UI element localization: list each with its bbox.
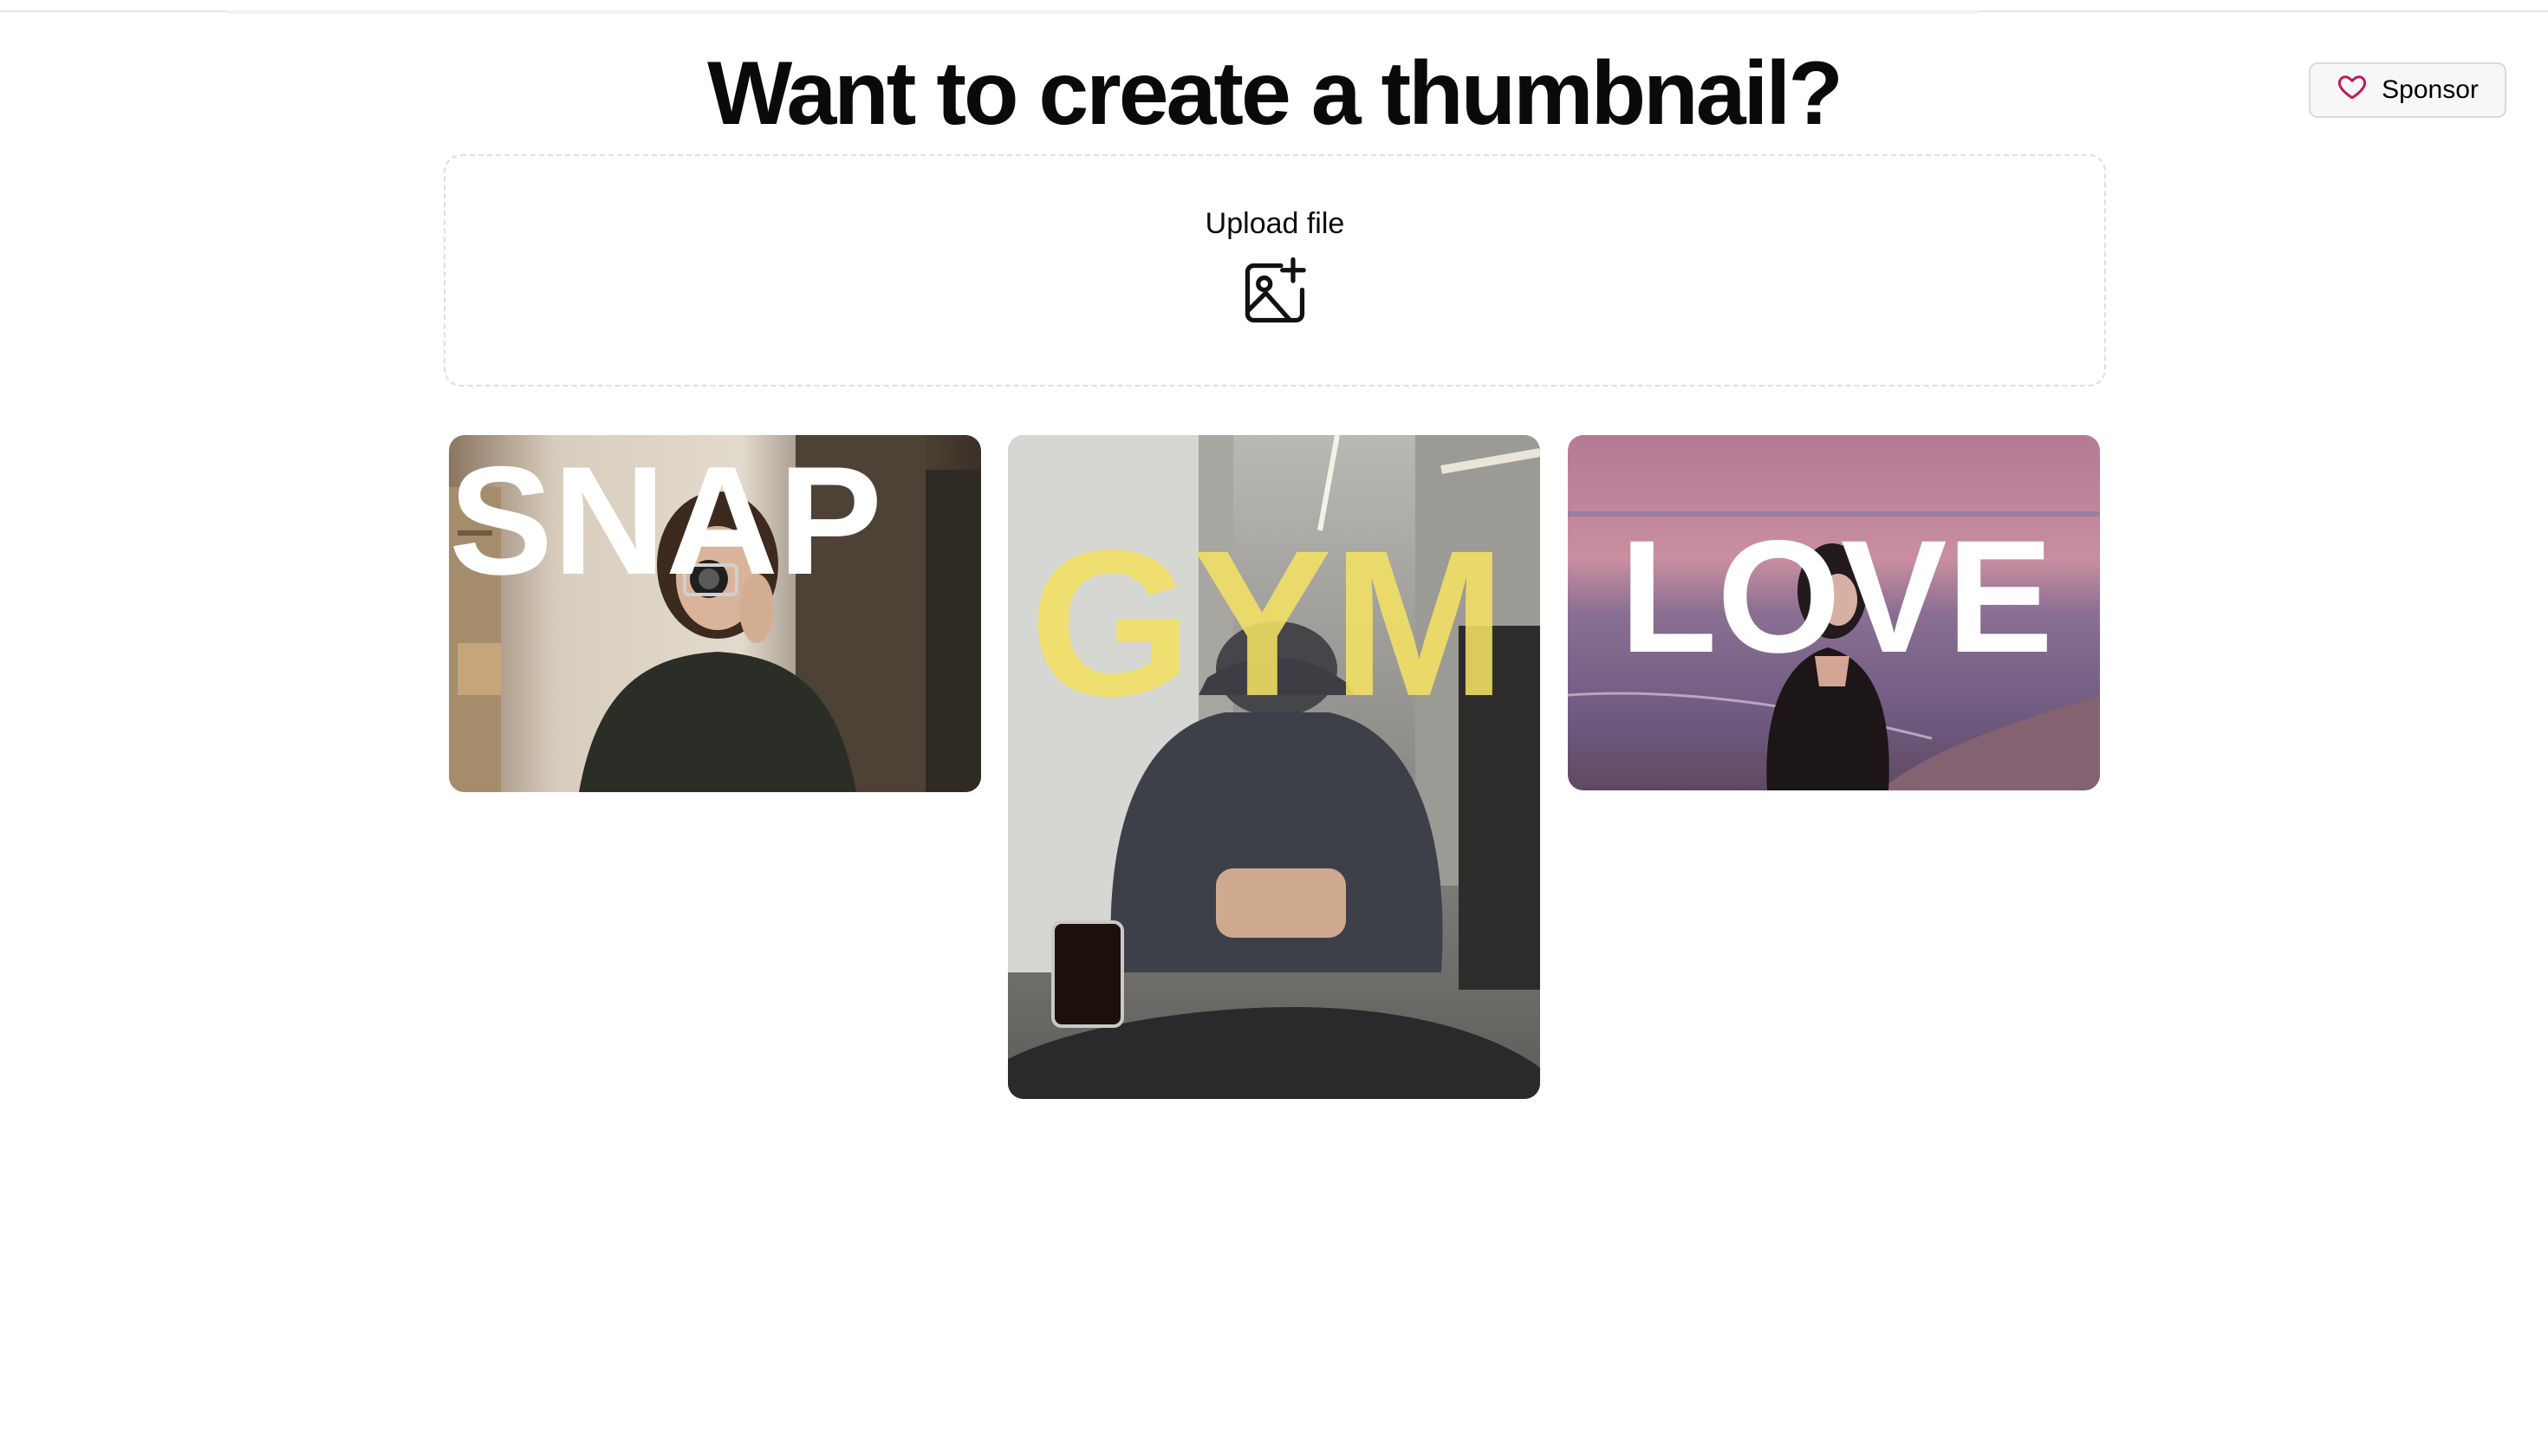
example-word-gym: GYM [1030, 507, 1506, 739]
sponsor-button[interactable]: Sponsor [2309, 62, 2506, 118]
image-plus-icon [1238, 257, 1311, 329]
sponsor-label: Sponsor [2382, 75, 2479, 104]
example-photo-gym: GYM [1008, 435, 1540, 1099]
heart-icon [2337, 71, 2368, 109]
example-photo-love: LOVE [1568, 435, 2100, 790]
top-divider [0, 10, 2548, 14]
example-word-love: LOVE [1620, 508, 2053, 686]
upload-dropzone[interactable]: Upload file [444, 154, 2106, 387]
upload-label: Upload file [1205, 207, 1345, 240]
page-title: Want to create a thumbnail? [707, 43, 1843, 144]
example-card-love[interactable]: LOVE [1568, 435, 2100, 790]
top-divider-highlight [227, 10, 1978, 14]
example-card-snap[interactable]: SNAP [449, 435, 981, 792]
example-word-snap: SNAP [449, 435, 882, 607]
example-photo-snap: SNAP [449, 435, 981, 792]
example-card-gym[interactable]: GYM [1008, 435, 1540, 1099]
